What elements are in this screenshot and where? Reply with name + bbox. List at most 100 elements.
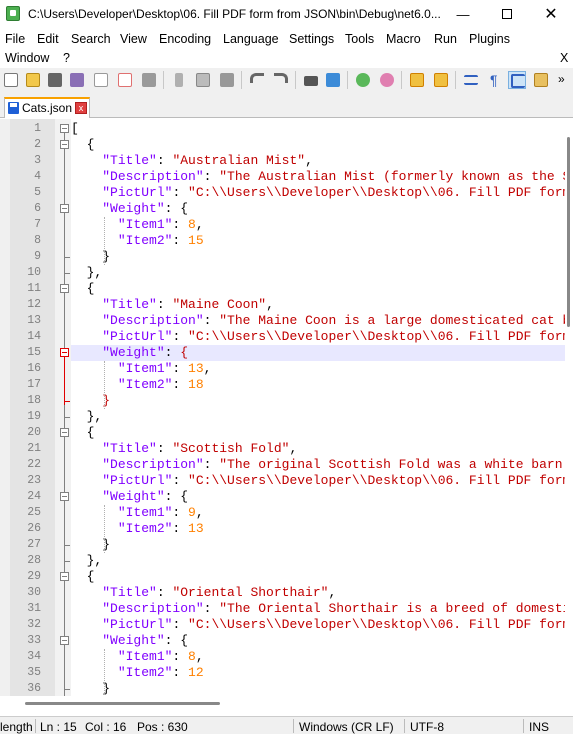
code-line[interactable]: }, bbox=[71, 553, 565, 569]
code-line[interactable]: "PictUrl": "C:\\Users\\Developer\\Deskto… bbox=[71, 473, 565, 489]
indent-guide-button[interactable] bbox=[508, 71, 526, 89]
toolbar-separator bbox=[347, 71, 348, 89]
fold-button-minus[interactable] bbox=[60, 284, 69, 293]
menu-edit[interactable]: Edit bbox=[37, 32, 59, 46]
sync-horizontal-button[interactable] bbox=[432, 71, 450, 89]
minimize-button[interactable]: — bbox=[441, 0, 485, 28]
code-line[interactable]: }, bbox=[71, 409, 565, 425]
vertical-scrollbar[interactable] bbox=[565, 119, 573, 696]
code-line[interactable]: "Item2": 13 bbox=[71, 521, 565, 537]
code-line[interactable]: "Description": "The original Scottish Fo… bbox=[71, 457, 565, 473]
fold-button-minus[interactable] bbox=[60, 572, 69, 581]
horizontal-scroll-thumb[interactable] bbox=[25, 702, 220, 705]
code-line[interactable]: { bbox=[71, 425, 565, 441]
menu-search[interactable]: Search bbox=[71, 32, 111, 46]
toolbar-overflow-button[interactable]: » bbox=[556, 71, 570, 89]
fold-button-minus[interactable] bbox=[60, 348, 69, 357]
find-button[interactable] bbox=[302, 71, 320, 89]
code-line[interactable]: "Weight": { bbox=[71, 345, 565, 361]
code-line[interactable]: "Item1": 8, bbox=[71, 649, 565, 665]
menu-encoding[interactable]: Encoding bbox=[159, 32, 211, 46]
code-line[interactable]: "Weight": { bbox=[71, 201, 565, 217]
zoom-in-button[interactable] bbox=[354, 71, 372, 89]
sync-vertical-button[interactable] bbox=[408, 71, 426, 89]
menu-macro[interactable]: Macro bbox=[386, 32, 421, 46]
code-line[interactable]: "Item1": 9, bbox=[71, 505, 565, 521]
sync-horizontal-icon bbox=[434, 73, 448, 87]
code-editor[interactable]: 1 [2 {3 "Title": "Australian Mist", 4 "Des… bbox=[10, 119, 565, 696]
vertical-scroll-thumb[interactable] bbox=[567, 137, 570, 327]
code-line[interactable]: { bbox=[71, 137, 565, 153]
tab-cats-json[interactable]: Cats.json x bbox=[4, 97, 90, 118]
line-number: 33 bbox=[27, 634, 41, 647]
redo-button[interactable] bbox=[272, 71, 290, 89]
replace-button[interactable] bbox=[324, 71, 342, 89]
json-punctuation: , bbox=[203, 361, 212, 376]
fold-button-minus[interactable] bbox=[60, 428, 69, 437]
code-line[interactable]: "Description": "The Maine Coon is a larg… bbox=[71, 313, 565, 329]
code-line[interactable]: [ bbox=[71, 121, 565, 137]
code-line[interactable]: "Weight": { bbox=[71, 633, 565, 649]
menu-tools[interactable]: Tools bbox=[345, 32, 374, 46]
code-line[interactable]: "Item2": 15 bbox=[71, 233, 565, 249]
doc-map-button[interactable] bbox=[532, 71, 550, 89]
save-button[interactable] bbox=[46, 71, 64, 89]
menu-plugins[interactable]: Plugins bbox=[469, 32, 510, 46]
maximize-button[interactable] bbox=[485, 0, 529, 28]
close-button[interactable]: ✕ bbox=[529, 0, 573, 28]
code-line[interactable]: "Title": "Australian Mist", bbox=[71, 153, 565, 169]
fold-button-minus[interactable] bbox=[60, 204, 69, 213]
code-line[interactable]: "Weight": { bbox=[71, 489, 565, 505]
close-all-button[interactable] bbox=[116, 71, 134, 89]
zoom-out-button[interactable] bbox=[378, 71, 396, 89]
code-line[interactable]: "Title": "Maine Coon", bbox=[71, 297, 565, 313]
code-line[interactable]: "Item1": 8, bbox=[71, 217, 565, 233]
horizontal-scrollbar[interactable] bbox=[0, 696, 565, 714]
code-line[interactable]: "PictUrl": "C:\\Users\\Developer\\Deskto… bbox=[71, 329, 565, 345]
new-file-button[interactable] bbox=[2, 71, 20, 89]
menu-file[interactable]: File bbox=[5, 32, 25, 46]
menu-view[interactable]: View bbox=[120, 32, 147, 46]
code-line[interactable]: "PictUrl": "C:\\Users\\Developer\\Deskto… bbox=[71, 185, 565, 201]
code-line[interactable]: "Item2": 18 bbox=[71, 377, 565, 393]
code-line[interactable]: { bbox=[71, 281, 565, 297]
code-line[interactable]: }, bbox=[71, 265, 565, 281]
paste-button[interactable] bbox=[218, 71, 236, 89]
show-all-chars-button[interactable]: ¶ bbox=[486, 71, 504, 89]
code-line[interactable]: "PictUrl": "C:\\Users\\Developer\\Deskto… bbox=[71, 617, 565, 633]
fold-button-minus[interactable] bbox=[60, 492, 69, 501]
code-line[interactable]: "Item1": 13, bbox=[71, 361, 565, 377]
code-line[interactable]: } bbox=[71, 537, 565, 553]
toolbar-separator bbox=[401, 71, 402, 89]
code-line[interactable]: } bbox=[71, 393, 565, 409]
close-file-button[interactable] bbox=[92, 71, 110, 89]
code-line[interactable]: "Item2": 12 bbox=[71, 665, 565, 681]
code-line[interactable]: { bbox=[71, 569, 565, 585]
code-line[interactable]: } bbox=[71, 681, 565, 696]
menu-window[interactable]: Window bbox=[5, 51, 49, 65]
fold-button-minus[interactable] bbox=[60, 636, 69, 645]
line-number: 21 bbox=[27, 442, 41, 455]
code-line[interactable]: } bbox=[71, 249, 565, 265]
cut-button[interactable] bbox=[170, 71, 188, 89]
menu-language[interactable]: Language bbox=[223, 32, 279, 46]
menu-settings[interactable]: Settings bbox=[289, 32, 334, 46]
code-line[interactable]: "Description": "The Oriental Shorthair i… bbox=[71, 601, 565, 617]
tab-close-button[interactable]: x bbox=[75, 102, 87, 114]
open-file-button[interactable] bbox=[24, 71, 42, 89]
fold-button-minus[interactable] bbox=[60, 124, 69, 133]
fold-button-minus[interactable] bbox=[60, 140, 69, 149]
code-line[interactable]: "Title": "Oriental Shorthair", bbox=[71, 585, 565, 601]
menu-help[interactable]: ? bbox=[63, 51, 70, 65]
code-line[interactable]: "Title": "Scottish Fold", bbox=[71, 441, 565, 457]
print-button[interactable] bbox=[140, 71, 158, 89]
close-document-button[interactable]: X bbox=[560, 51, 568, 65]
copy-button[interactable] bbox=[194, 71, 212, 89]
menu-run[interactable]: Run bbox=[434, 32, 457, 46]
undo-button[interactable] bbox=[248, 71, 266, 89]
json-punctuation bbox=[71, 233, 118, 248]
word-wrap-button[interactable] bbox=[462, 71, 480, 89]
json-key: "PictUrl" bbox=[102, 617, 173, 632]
code-line[interactable]: "Description": "The Australian Mist (for… bbox=[71, 169, 565, 185]
save-all-button[interactable] bbox=[68, 71, 86, 89]
